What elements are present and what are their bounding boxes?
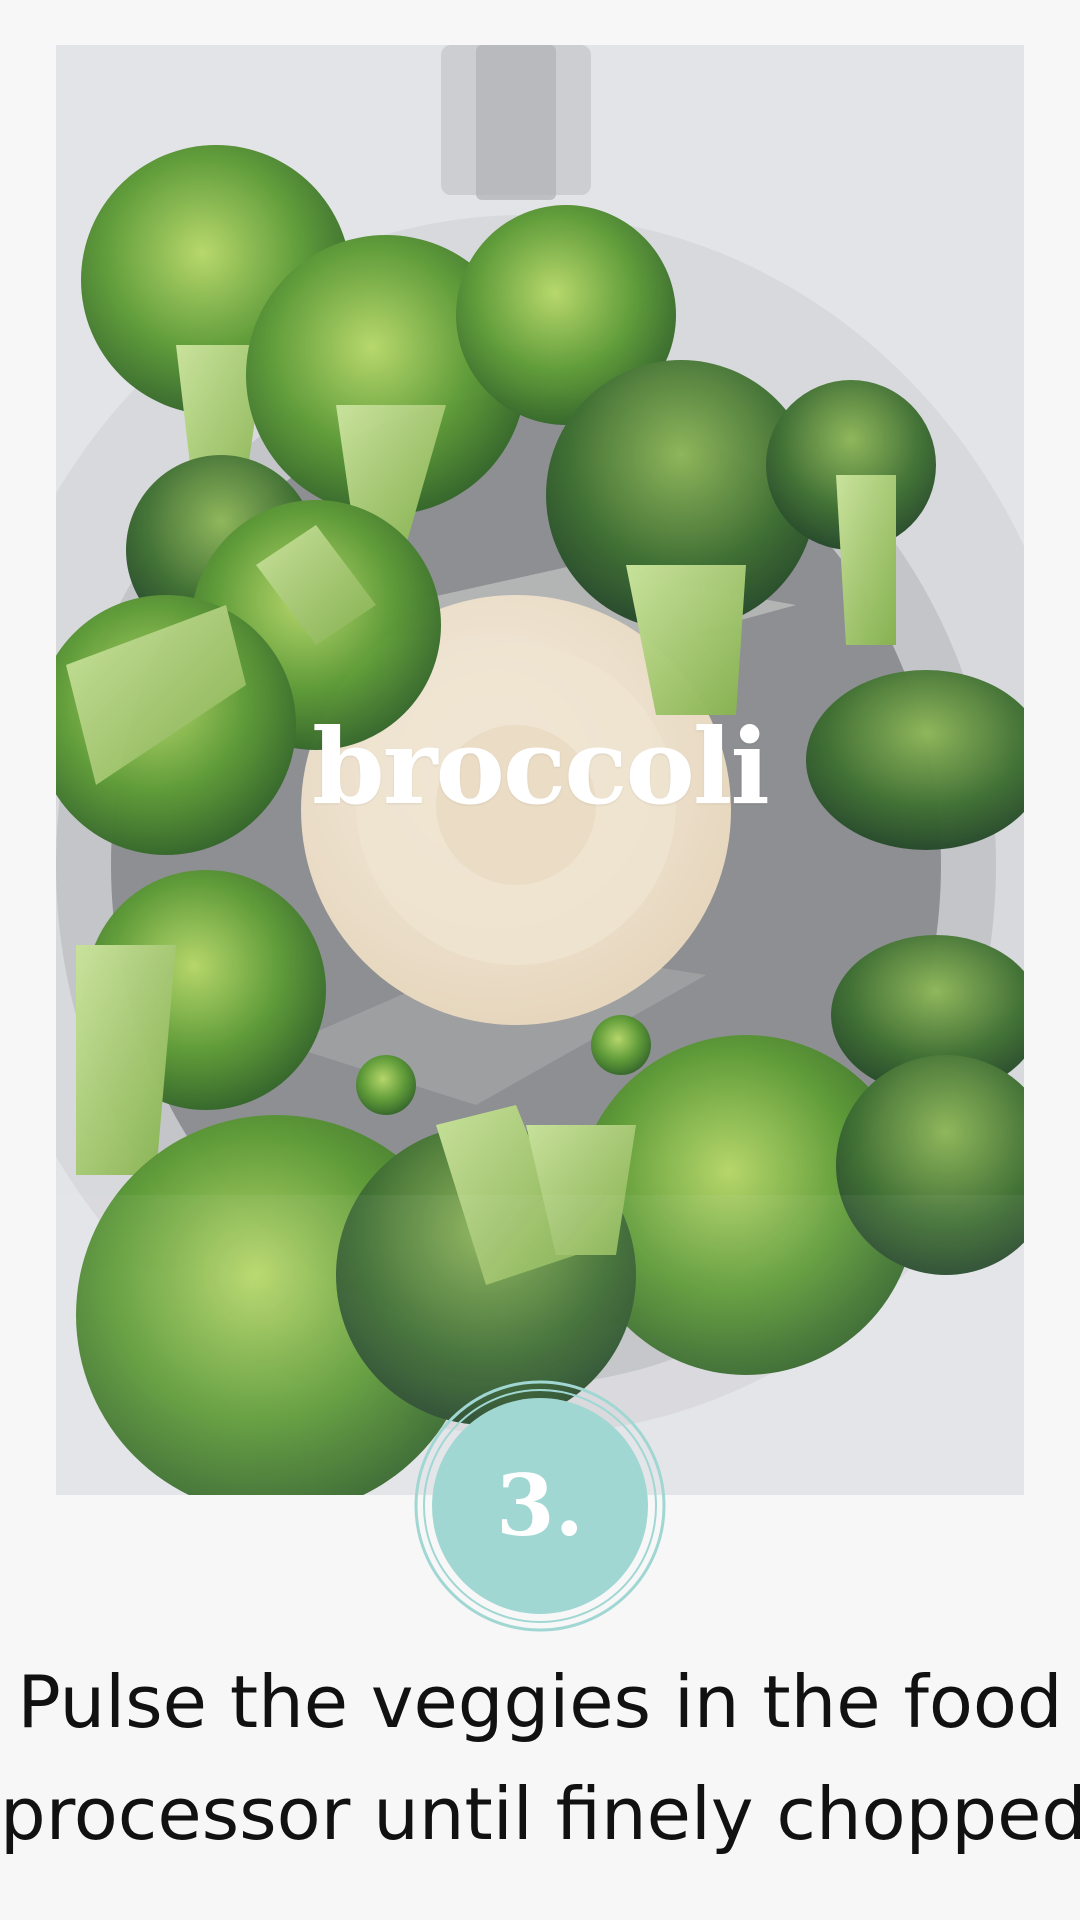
photo-overlay-word: broccoli xyxy=(312,705,770,828)
step-number-badge: 3. xyxy=(412,1378,668,1634)
step-number: 3. xyxy=(496,1456,584,1555)
step-instruction-line-2: processor until finely chopped. xyxy=(0,1772,1080,1856)
step-instruction: Pulse the veggies in the food processor … xyxy=(0,1646,1080,1870)
food-processor-photo: broccoli xyxy=(56,45,1024,1495)
step-instruction-line-1: Pulse the veggies in the food xyxy=(17,1660,1063,1744)
